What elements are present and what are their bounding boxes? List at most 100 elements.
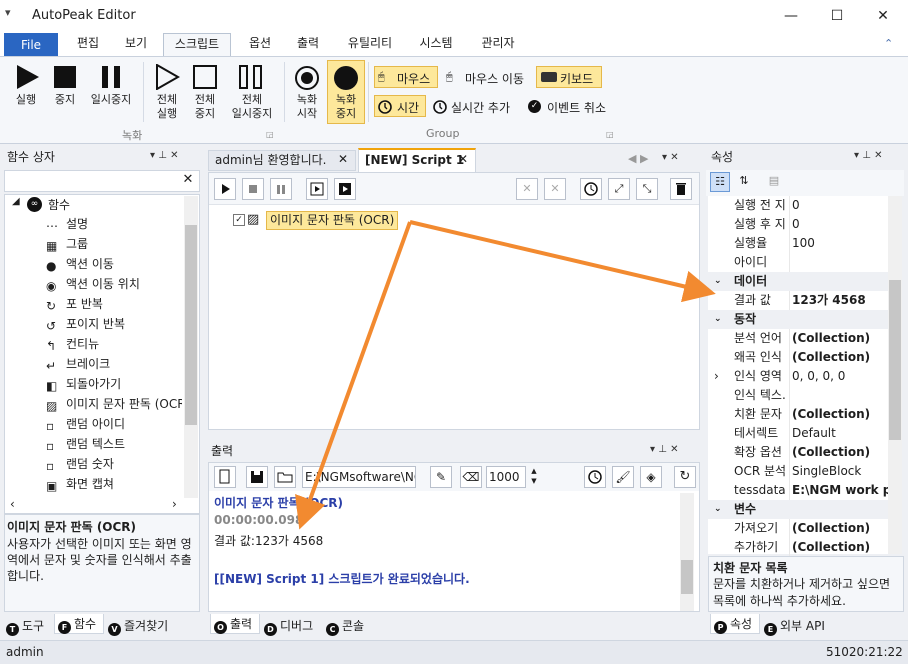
property-row[interactable]: 확장 옵션 (Collection): [708, 443, 888, 462]
property-row[interactable]: OCR 분석 SingleBlock: [708, 462, 888, 481]
property-row[interactable]: 분석 언어 (Collection): [708, 329, 888, 348]
refresh-icon[interactable]: ↻: [674, 466, 696, 488]
tree-item[interactable]: ▫ 랜덤 텍스트: [46, 434, 182, 454]
tab-nav-icon[interactable]: ◀ ▶: [628, 152, 648, 165]
property-row[interactable]: 인식 텍스.: [708, 386, 888, 405]
clock-icon[interactable]: [584, 466, 606, 488]
tree-item[interactable]: ▫ 랜덤 아이디: [46, 414, 182, 434]
realtime-add-button[interactable]: 실시간 추가: [451, 99, 510, 116]
property-row[interactable]: ⌄ 변수: [708, 500, 888, 519]
script-item-ocr[interactable]: 이미지 문자 판독 (OCR): [266, 211, 399, 230]
tree-item[interactable]: ▦ 그룹: [46, 234, 182, 254]
tab-options[interactable]: 옵션: [244, 33, 276, 56]
scroll-left-icon[interactable]: ‹: [10, 497, 15, 511]
tree-scroll-thumb[interactable]: [185, 225, 197, 425]
group-launcher-icon[interactable]: ◲: [606, 130, 614, 139]
tree-item[interactable]: ● 액션 이동: [46, 254, 182, 274]
stop-all-button[interactable]: 전체 중지: [186, 93, 224, 121]
tab-console[interactable]: C 콘솔: [326, 616, 364, 636]
mouse-move-button[interactable]: 마우스 이동: [465, 70, 524, 87]
property-row[interactable]: 실행 후 지 0: [708, 215, 888, 234]
panel-menu-icon[interactable]: ▾ ⊥ ✕: [854, 150, 882, 161]
categorized-icon[interactable]: ☷: [710, 172, 730, 192]
event-cancel-button[interactable]: 이벤트 취소: [547, 99, 606, 116]
tab-script[interactable]: 스크립트: [163, 33, 231, 56]
tree-item[interactable]: ⋯ 설명: [46, 214, 182, 234]
tab-output[interactable]: 출력: [292, 33, 324, 56]
property-row[interactable]: 가져오기 (Collection): [708, 519, 888, 538]
expand-chevron-icon[interactable]: ⌄: [714, 310, 722, 329]
property-row[interactable]: 아이디: [708, 253, 888, 272]
tab-favorites[interactable]: V 즐겨찾기: [108, 616, 168, 636]
stop-button[interactable]: 중지: [46, 93, 84, 107]
editor-run-button[interactable]: [214, 178, 236, 200]
property-row[interactable]: 결과 값 123가 4568: [708, 291, 888, 310]
properties-scroll-thumb[interactable]: [889, 280, 901, 440]
tree-expand-icon[interactable]: ◢: [12, 196, 20, 207]
minimize-button[interactable]: —: [768, 0, 814, 32]
property-row[interactable]: ⌄ 동작: [708, 310, 888, 329]
open-folder-icon[interactable]: [274, 466, 296, 488]
expand-chevron-icon[interactable]: ⌄: [714, 500, 722, 519]
panel-menu-icon[interactable]: ▾ ⊥ ✕: [650, 444, 678, 455]
line-count-input[interactable]: 1000: [486, 466, 526, 488]
tab-output-panel[interactable]: O 출력: [210, 614, 260, 634]
property-row[interactable]: 실행 전 지 0: [708, 196, 888, 215]
panel-menu-icon[interactable]: ▾ ⊥ ✕: [150, 150, 178, 161]
record-start-button[interactable]: 녹화 시작: [288, 93, 326, 121]
tree-item[interactable]: ▣ 화면 캡쳐: [46, 474, 182, 494]
property-row[interactable]: 실행율 100: [708, 234, 888, 253]
brush-icon[interactable]: 🖌: [612, 466, 634, 488]
disabled-icon[interactable]: ✕: [516, 178, 538, 200]
tab-file[interactable]: File: [4, 33, 58, 57]
output-path-input[interactable]: E:\NGMsoftware\NG: [302, 466, 416, 488]
tab-utility[interactable]: 유틸리티: [342, 33, 398, 56]
tab-tools[interactable]: T 도구: [6, 616, 44, 636]
tab-system[interactable]: 시스템: [414, 33, 458, 56]
tab-edit[interactable]: 편집: [72, 33, 104, 56]
step-over-button[interactable]: [334, 178, 356, 200]
history-icon[interactable]: [580, 178, 602, 200]
property-row[interactable]: 추가하기 (Collection): [708, 538, 888, 557]
tree-item[interactable]: ◉ 액션 이동 위치: [46, 274, 182, 294]
run-all-button[interactable]: 전체 실행: [148, 93, 186, 121]
editor-stop-button[interactable]: [242, 178, 264, 200]
property-row[interactable]: tessdata E:\NGM work p: [708, 481, 891, 500]
function-search-input[interactable]: [4, 170, 200, 192]
expand-icon[interactable]: ⤢: [608, 178, 630, 200]
tree-item[interactable]: ↻ 포 반복: [46, 294, 182, 314]
property-row[interactable]: › 인식 영역 0, 0, 0, 0: [708, 367, 888, 386]
tab-debug[interactable]: D 디버그: [264, 616, 313, 636]
tab-functions[interactable]: F 함수: [54, 614, 104, 634]
output-scroll-thumb[interactable]: [681, 560, 693, 594]
maximize-button[interactable]: ☐: [814, 0, 860, 32]
scroll-right-icon[interactable]: ›: [172, 497, 177, 511]
tab-external-api[interactable]: E 외부 API: [764, 616, 825, 636]
pause-all-button[interactable]: 전체 일시중지: [226, 93, 278, 121]
tree-item[interactable]: ▨ 이미지 문자 판독 (OCR): [46, 394, 182, 414]
expand-chevron-icon[interactable]: ›: [714, 367, 719, 386]
tab-welcome[interactable]: admin님 환영합니다.: [208, 150, 356, 171]
property-row[interactable]: 왜곡 인식 (Collection): [708, 348, 888, 367]
property-row[interactable]: 치환 문자 (Collection): [708, 405, 888, 424]
collapse-ribbon-icon[interactable]: ⌃: [884, 37, 893, 50]
clean-icon[interactable]: ✎: [430, 466, 452, 488]
tab-view[interactable]: 보기: [120, 33, 152, 56]
save-icon[interactable]: [246, 466, 268, 488]
tree-item[interactable]: ▫ 랜덤 숫자: [46, 454, 182, 474]
pause-button[interactable]: 일시중지: [85, 93, 137, 107]
close-tab-icon[interactable]: ✕: [458, 152, 468, 166]
collapse-icon[interactable]: ⤡: [636, 178, 658, 200]
step-button[interactable]: [306, 178, 328, 200]
editor-menu-icon[interactable]: ▾ ✕: [662, 152, 679, 163]
eraser-icon[interactable]: ⌫: [460, 466, 482, 488]
tree-item[interactable]: ↺ 포이지 반복: [46, 314, 182, 334]
group-launcher-icon[interactable]: ◲: [266, 130, 274, 139]
sort-az-icon[interactable]: ⇅: [734, 172, 754, 192]
property-row[interactable]: ⌄ 데이터: [708, 272, 888, 291]
disabled-icon[interactable]: ✕: [544, 178, 566, 200]
tab-admin[interactable]: 관리자: [476, 33, 520, 56]
new-file-icon[interactable]: [214, 466, 236, 488]
run-button[interactable]: 실행: [8, 93, 44, 107]
close-tab-icon[interactable]: ✕: [338, 152, 348, 166]
